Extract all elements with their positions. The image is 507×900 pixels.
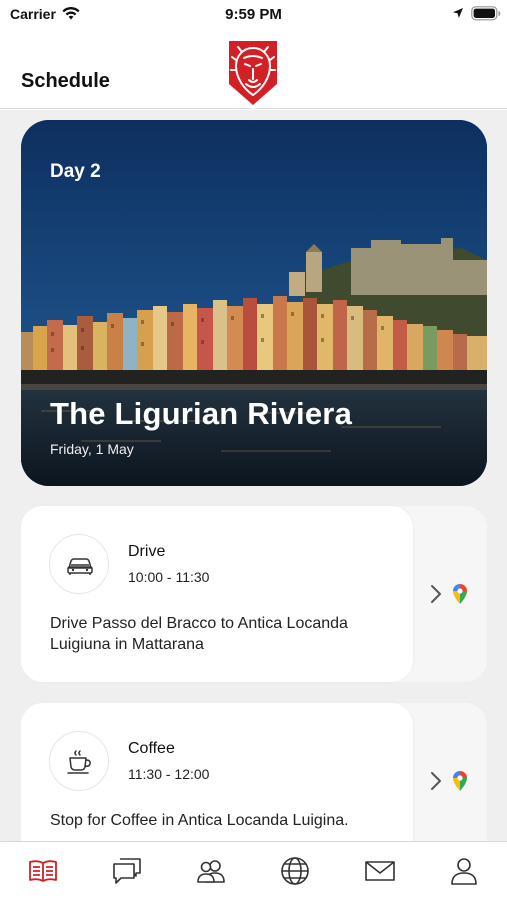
chat-icon <box>113 858 141 884</box>
chevron-right-icon[interactable] <box>429 583 443 605</box>
day-date: Friday, 1 May <box>50 441 134 457</box>
mail-icon <box>365 861 395 881</box>
activity-title: Coffee <box>128 740 175 757</box>
activity-description: Drive Passo del Bracco to Antica Locanda… <box>50 615 348 653</box>
status-bar: Carrier 9:59 PM <box>0 0 507 30</box>
chevron-right-icon[interactable] <box>429 770 443 792</box>
globe-icon <box>281 857 309 885</box>
car-icon <box>67 558 93 575</box>
activity-card-coffee[interactable]: Coffee 11:30 - 12:00 Stop for Coffee in … <box>21 703 487 841</box>
tab-group[interactable] <box>195 856 227 886</box>
status-time: 9:59 PM <box>225 6 282 23</box>
battery-icon <box>471 6 501 21</box>
activity-time: 11:30 - 12:00 <box>128 766 210 782</box>
google-maps-pin-icon[interactable] <box>451 770 469 792</box>
activity-time: 10:00 - 11:30 <box>128 569 210 585</box>
activity-description: Stop for Coffee in Antica Locanda Luigin… <box>50 812 349 829</box>
activity-panel[interactable]: Coffee 11:30 - 12:00 Stop for Coffee in … <box>21 703 413 841</box>
lion-shield-logo <box>226 38 280 110</box>
page-title: Schedule <box>21 70 110 92</box>
google-maps-pin-icon[interactable] <box>451 583 469 605</box>
location-arrow-icon <box>453 8 463 18</box>
profile-icon <box>451 858 477 885</box>
schedule-scroll-area[interactable]: Day 2 The Ligurian Riviera Friday, 1 May… <box>0 110 507 841</box>
activity-icon-badge <box>49 534 109 594</box>
activity-title: Drive <box>128 543 166 560</box>
coffee-cup-icon <box>67 750 91 774</box>
day-title: The Ligurian Riviera <box>50 396 353 431</box>
tab-chat[interactable] <box>111 856 143 886</box>
tab-schedule[interactable] <box>27 856 59 886</box>
tab-mail[interactable] <box>364 856 396 886</box>
book-icon <box>29 860 57 882</box>
tab-profile[interactable] <box>448 856 480 886</box>
activity-panel[interactable]: Drive 10:00 - 11:30 Drive Passo del Brac… <box>21 506 413 682</box>
day-hero-card[interactable]: Day 2 The Ligurian Riviera Friday, 1 May <box>21 120 487 486</box>
people-icon <box>197 860 225 883</box>
day-label: Day 2 <box>50 161 101 182</box>
activity-card-drive[interactable]: Drive 10:00 - 11:30 Drive Passo del Brac… <box>21 506 487 682</box>
tab-bar <box>0 841 507 900</box>
activity-icon-badge <box>49 731 109 791</box>
tab-explore[interactable] <box>279 856 311 886</box>
